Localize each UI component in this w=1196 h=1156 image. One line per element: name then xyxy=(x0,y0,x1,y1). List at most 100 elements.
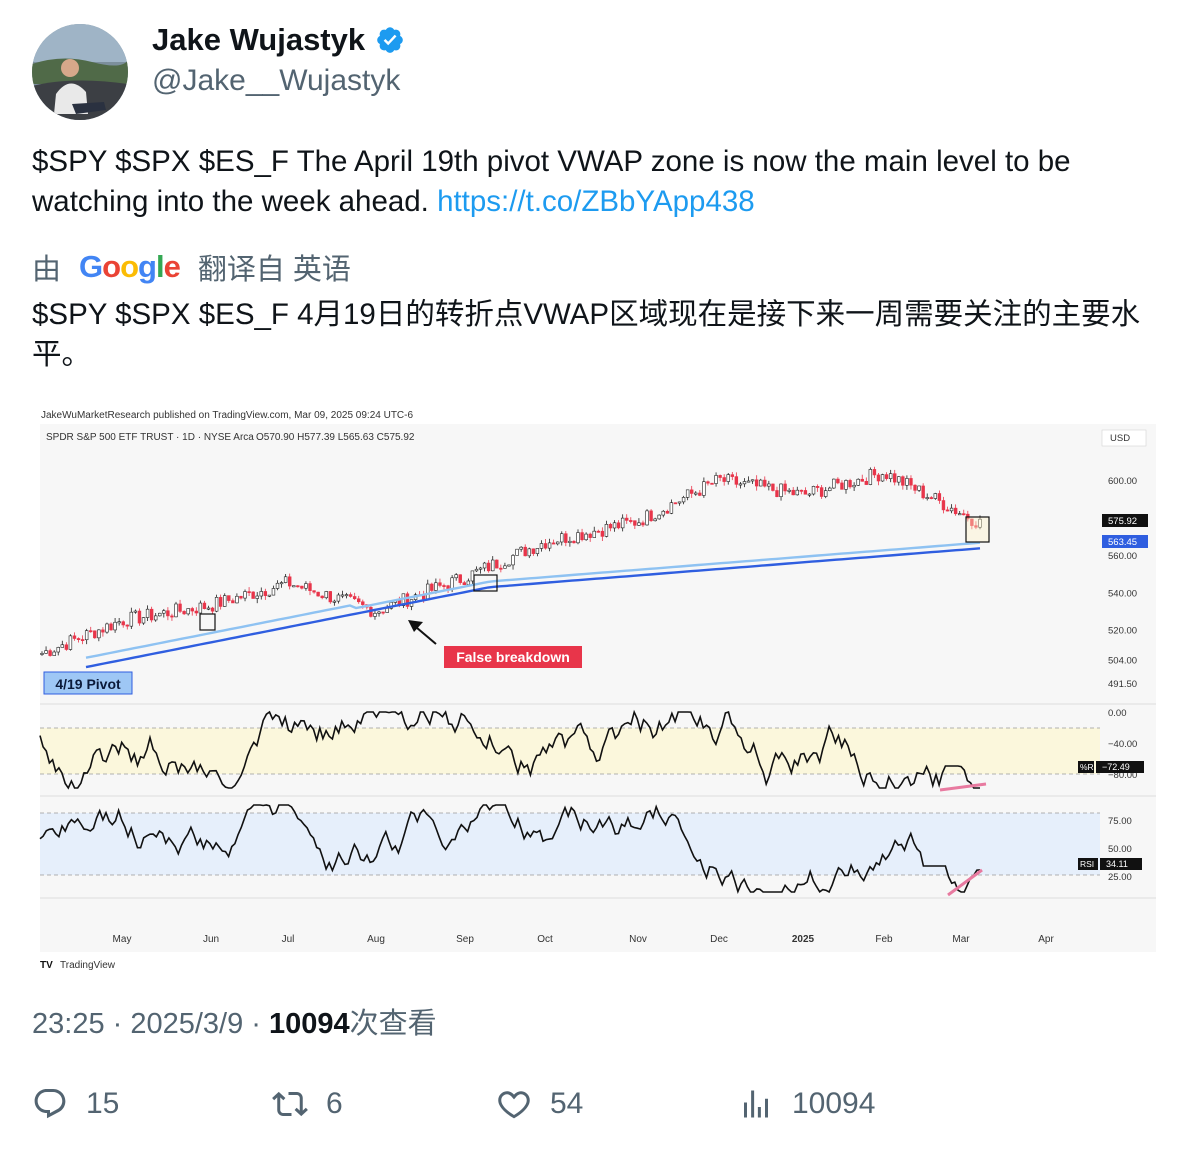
candle-body xyxy=(292,585,296,588)
candle-body xyxy=(97,629,101,639)
candle-body xyxy=(259,591,263,597)
author-handle[interactable]: @Jake__Wujastyk xyxy=(152,64,400,98)
analytics-icon xyxy=(744,1090,768,1118)
candle-body xyxy=(694,492,698,495)
candle-body xyxy=(905,478,909,486)
chart-image[interactable]: JakeWuMarketResearch published on Tradin… xyxy=(32,400,1164,978)
candle-body xyxy=(681,497,686,503)
candle-body xyxy=(661,510,665,516)
price-tick-3: 540.00 xyxy=(1108,588,1137,599)
candle-body xyxy=(373,612,377,617)
candle-body xyxy=(633,520,637,526)
candle-body xyxy=(434,582,438,591)
avatar[interactable] xyxy=(32,24,128,120)
candle-body xyxy=(491,559,495,572)
month-label-1: Jun xyxy=(203,934,219,945)
candle-body xyxy=(267,594,272,597)
candle-body xyxy=(710,482,714,485)
month-label-11: Apr xyxy=(1038,934,1054,945)
candle-body xyxy=(539,543,544,549)
candle-body xyxy=(231,600,235,604)
candle-body xyxy=(787,489,791,492)
month-label-2: Jul xyxy=(282,934,295,945)
candle-body xyxy=(344,594,349,597)
candle-body xyxy=(239,595,243,599)
candle-body xyxy=(880,474,885,482)
candle-body xyxy=(287,576,292,587)
candle-body xyxy=(832,478,836,489)
candle-body xyxy=(361,601,365,605)
tweet-text: $SPY $SPX $ES_F The April 19th pivot VWA… xyxy=(32,142,1172,222)
candle-body xyxy=(937,493,942,501)
candle-body xyxy=(620,517,625,529)
tweet-time[interactable]: 23:25 · 2025/3/9 · xyxy=(32,1008,269,1040)
candle-body xyxy=(702,481,706,496)
candle-body xyxy=(145,608,150,618)
candle-body xyxy=(945,509,950,512)
candle-body xyxy=(454,574,458,579)
retweet-button[interactable]: 6 xyxy=(272,1086,343,1122)
candle-body xyxy=(377,611,381,614)
candle-body xyxy=(64,644,69,650)
candle-body xyxy=(767,483,771,487)
author-name[interactable]: Jake Wujastyk xyxy=(152,22,405,58)
candle-body xyxy=(677,501,682,504)
candle-body xyxy=(637,522,641,526)
translation-suffix[interactable]: 翻译自 英语 xyxy=(198,246,351,288)
candle-body xyxy=(714,475,718,484)
candle-body xyxy=(523,546,527,557)
candle-body xyxy=(312,590,316,593)
candle-body xyxy=(202,602,207,609)
candle-body xyxy=(884,474,889,479)
month-label-9: Feb xyxy=(875,934,893,945)
candle-body xyxy=(247,591,251,594)
candle-body xyxy=(186,608,190,615)
candle-body xyxy=(190,608,194,612)
rsi-tick-0: 75.00 xyxy=(1108,816,1132,827)
translation-attribution: 由 Google 翻译自 英语 xyxy=(32,246,351,288)
candle-body xyxy=(48,650,52,656)
candle-body xyxy=(913,484,917,491)
candle-body xyxy=(576,532,580,544)
verified-badge-icon xyxy=(377,27,403,53)
rsi-value: 34.11 xyxy=(1106,859,1128,869)
candle-body xyxy=(807,493,812,496)
candle-body xyxy=(52,651,56,656)
month-label-0: May xyxy=(113,934,132,945)
avatar-photo xyxy=(32,24,128,120)
candle-body xyxy=(600,530,605,537)
translation-prefix: 由 xyxy=(32,254,62,286)
candle-body xyxy=(616,522,621,529)
candle-body xyxy=(921,485,925,499)
candle-body xyxy=(352,596,357,600)
tweet-meta: 23:25 · 2025/3/9 · 10094次查看 xyxy=(32,1000,437,1042)
reply-button[interactable]: 15 xyxy=(32,1086,119,1122)
candle-body xyxy=(657,514,661,520)
month-label-10: Mar xyxy=(952,934,970,945)
candle-body xyxy=(953,507,958,515)
month-label-6: Nov xyxy=(629,934,647,945)
candle-body xyxy=(515,548,519,556)
candle-body xyxy=(105,623,109,633)
candle-body xyxy=(304,583,308,589)
like-button[interactable]: 54 xyxy=(496,1086,583,1122)
candle-body xyxy=(844,480,848,490)
candle-body xyxy=(214,597,219,612)
candle-body xyxy=(823,490,828,497)
candle-body xyxy=(381,611,385,614)
candle-body xyxy=(775,490,779,497)
candle-body xyxy=(84,630,89,641)
candle-body xyxy=(328,591,333,603)
heart-icon xyxy=(498,1091,530,1119)
candle-body xyxy=(263,591,268,596)
views-button[interactable]: 10094 xyxy=(738,1086,875,1122)
candle-body xyxy=(791,489,795,496)
candle-body xyxy=(860,478,864,482)
candle-body xyxy=(56,647,60,653)
retweet-count: 6 xyxy=(326,1087,343,1120)
candle-body xyxy=(121,621,125,626)
month-label-4: Sep xyxy=(456,934,474,945)
candle-body xyxy=(101,629,105,633)
tweet-link[interactable]: https://t.co/ZBbYApp438 xyxy=(437,185,755,218)
candle-body xyxy=(551,542,556,545)
